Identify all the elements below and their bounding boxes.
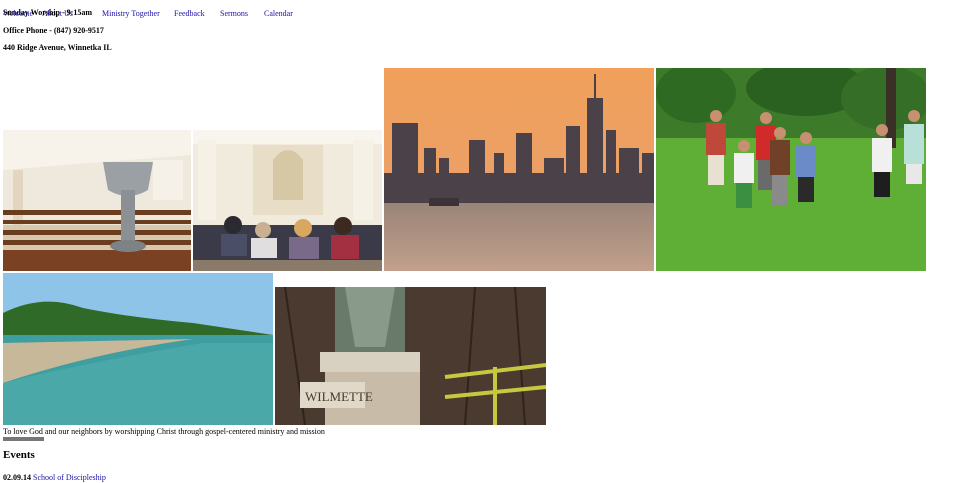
event-link[interactable]: School of Discipleship (33, 473, 106, 482)
nav-calendar[interactable]: Calendar (264, 9, 293, 18)
nav-feedback[interactable]: Feedback (174, 9, 205, 18)
sign-lettering: WILMETTE (305, 389, 373, 404)
event-item: 02.09.14 School of Discipleship (3, 473, 106, 482)
events-heading: Events (3, 449, 35, 461)
skyline-sunset-photo (384, 68, 654, 271)
congregation-photo (193, 130, 382, 271)
address: 440 Ridge Avenue, Winnetka IL (3, 43, 112, 52)
sanctuary-font-photo (3, 130, 191, 271)
worship-time: Sunday Worship - 9:15am (3, 8, 92, 17)
office-phone: Office Phone - (847) 920-9517 (3, 26, 104, 35)
event-date: 02.09.14 (3, 473, 31, 482)
youth-group-photo (656, 68, 926, 271)
lake-beach-photo (3, 273, 273, 425)
nav-ministry-together[interactable]: Ministry Together (102, 9, 160, 18)
scroll-bar[interactable] (3, 437, 44, 441)
mission-statement: To love God and our neighbors by worship… (3, 427, 325, 436)
wilmette-sign-photo: WILMETTE (275, 287, 546, 425)
nav-sermons[interactable]: Sermons (220, 9, 248, 18)
